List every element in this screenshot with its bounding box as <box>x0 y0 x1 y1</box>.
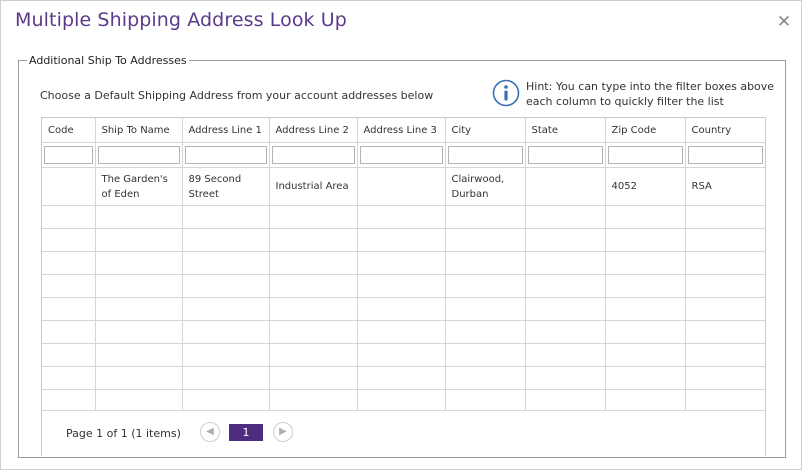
column-header-zip-code[interactable]: Zip Code <box>605 118 686 143</box>
cell-ship-to-name: The Garden's of Eden <box>95 167 183 206</box>
filter-zip-code-input[interactable] <box>607 146 683 164</box>
info-icon <box>492 79 520 107</box>
column-header-address-line-1[interactable]: Address Line 1 <box>182 118 270 143</box>
column-header-country[interactable]: Country <box>685 118 765 143</box>
pager-info: Page 1 of 1 (1 items) <box>66 427 181 440</box>
address-grid: Code Ship To Name Address Line 1 Address… <box>41 117 766 456</box>
shipping-address-dialog: Multiple Shipping Address Look Up ✕ Addi… <box>0 0 802 470</box>
filter-state-input[interactable] <box>527 146 603 164</box>
filter-address-line-1-input[interactable] <box>184 146 267 164</box>
instruction-text: Choose a Default Shipping Address from y… <box>40 89 434 102</box>
page-1-button[interactable]: 1 <box>229 424 263 441</box>
chevron-right-icon[interactable]: ▶ <box>273 422 293 442</box>
column-header-code[interactable]: Code <box>42 118 96 143</box>
filter-address-line-3-input[interactable] <box>359 146 443 164</box>
filter-code-input[interactable] <box>44 146 93 164</box>
close-icon[interactable]: ✕ <box>775 13 793 31</box>
filter-city-input[interactable] <box>447 146 523 164</box>
grid-pager: Page 1 of 1 (1 items) ◀ 1 ▶ <box>42 410 765 456</box>
cell-address-line-3 <box>357 167 446 206</box>
empty-row <box>42 343 765 367</box>
cell-city: Clairwood, Durban <box>445 167 526 206</box>
empty-row <box>42 228 765 252</box>
cell-country: RSA <box>685 167 765 206</box>
chevron-left-icon[interactable]: ◀ <box>200 422 220 442</box>
dialog-title: Multiple Shipping Address Look Up <box>15 9 347 31</box>
empty-row <box>42 274 765 298</box>
address-table: Code Ship To Name Address Line 1 Address… <box>42 118 765 413</box>
table-row[interactable]: The Garden's of Eden 89 Second Street In… <box>42 167 765 206</box>
hint-text: Hint: You can type into the filter boxes… <box>526 80 775 108</box>
empty-row <box>42 320 765 344</box>
column-header-state[interactable]: State <box>525 118 606 143</box>
column-header-address-line-2[interactable]: Address Line 2 <box>269 118 358 143</box>
empty-row <box>42 205 765 229</box>
cell-state <box>525 167 606 206</box>
group-legend: Additional Ship To Addresses <box>29 54 187 67</box>
cell-address-line-1: 89 Second Street <box>182 167 270 206</box>
cell-code <box>42 167 96 206</box>
filter-ship-to-name-input[interactable] <box>97 146 180 164</box>
column-header-ship-to-name[interactable]: Ship To Name <box>95 118 183 143</box>
empty-row <box>42 251 765 275</box>
column-header-city[interactable]: City <box>445 118 526 143</box>
filter-country-input[interactable] <box>687 146 763 164</box>
filter-address-line-2-input[interactable] <box>271 146 355 164</box>
empty-row <box>42 297 765 321</box>
cell-address-line-2: Industrial Area <box>269 167 358 206</box>
cell-zip-code: 4052 <box>605 167 686 206</box>
column-header-address-line-3[interactable]: Address Line 3 <box>357 118 446 143</box>
empty-row <box>42 366 765 390</box>
